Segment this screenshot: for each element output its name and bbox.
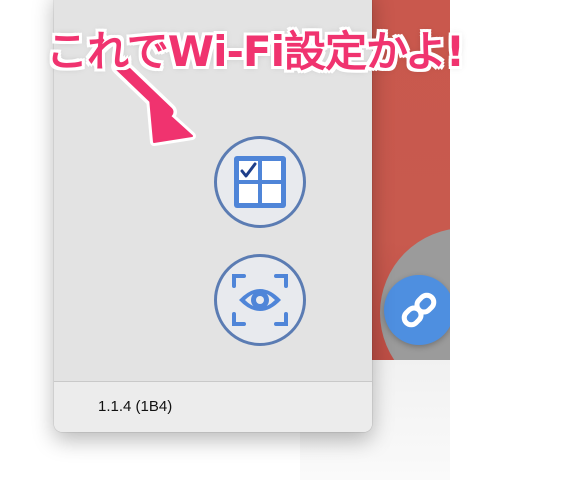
grid-check-icon: [234, 156, 286, 208]
link-badge-button[interactable]: [384, 275, 454, 345]
eye-scan-button[interactable]: [214, 254, 306, 346]
version-label: 1.1.4 (1B4): [98, 398, 173, 415]
panel-footer: 1.1.4 (1B4): [54, 381, 372, 432]
annotation-caption: これでWi-Fi設定かよ!: [46, 27, 465, 76]
link-icon: [401, 292, 437, 328]
eye-scan-icon: [232, 274, 288, 326]
blank-area: [450, 0, 588, 482]
grid-check-button[interactable]: [214, 136, 306, 228]
